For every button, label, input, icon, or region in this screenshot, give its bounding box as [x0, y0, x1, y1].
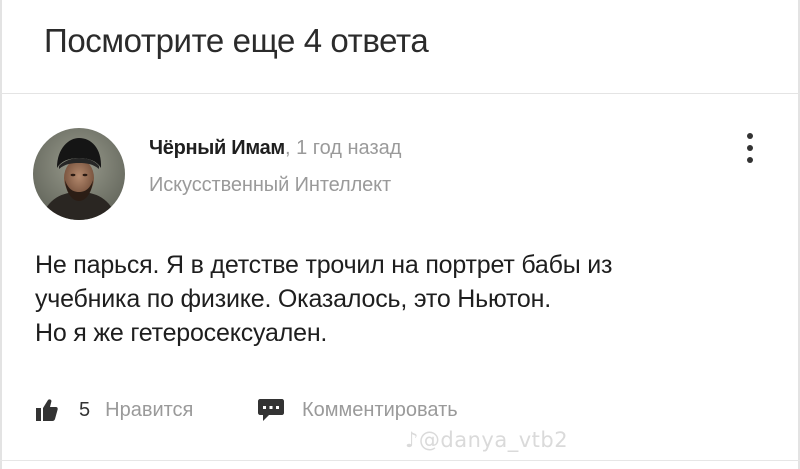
- thumbs-up-icon: [36, 399, 58, 421]
- answer-text: Не парься. Я в детстве трочил на портрет…: [35, 248, 775, 350]
- answer-text-line: Не парься. Я в детстве трочил на портрет…: [35, 251, 613, 279]
- like-button[interactable]: 5 Нравится: [36, 390, 193, 430]
- more-answers-label[interactable]: Посмотрите еще 4 ответа: [44, 22, 429, 60]
- like-label[interactable]: Нравится: [105, 399, 193, 422]
- menu-dot: [747, 145, 753, 151]
- comment-button[interactable]: Комментировать: [258, 390, 458, 430]
- comment-label[interactable]: Комментировать: [302, 399, 458, 422]
- menu-dot: [747, 133, 753, 139]
- author-separator: ,: [284, 137, 291, 159]
- answers-page: Посмотрите еще 4 ответа Чёрный Имам, 1 г…: [0, 0, 800, 469]
- answer-timestamp: 1 год назад: [296, 137, 402, 159]
- author-line: Чёрный Имам, 1 год назад: [149, 135, 401, 161]
- answer-text-line: Но я же гетеросексуален.: [35, 319, 328, 347]
- menu-dot: [747, 157, 753, 163]
- author-category[interactable]: Искусственный Интеллект: [149, 172, 391, 198]
- author-name[interactable]: Чёрный Имам: [149, 137, 285, 159]
- user-avatar-photo: [33, 128, 125, 220]
- more-answers-link[interactable]: Посмотрите еще 4 ответа: [0, 0, 800, 94]
- like-count: 5: [79, 398, 91, 421]
- watermark: ♪@danya_vtb2: [405, 428, 569, 452]
- answer-text-line: учебника по физике. Оказалось, это Ньюто…: [35, 285, 551, 313]
- more-vertical-icon[interactable]: [738, 131, 762, 165]
- avatar[interactable]: [33, 128, 125, 220]
- divider: [0, 460, 800, 461]
- answer-actions: 5 Нравится Комментировать: [0, 390, 800, 430]
- comment-icon: [258, 399, 284, 421]
